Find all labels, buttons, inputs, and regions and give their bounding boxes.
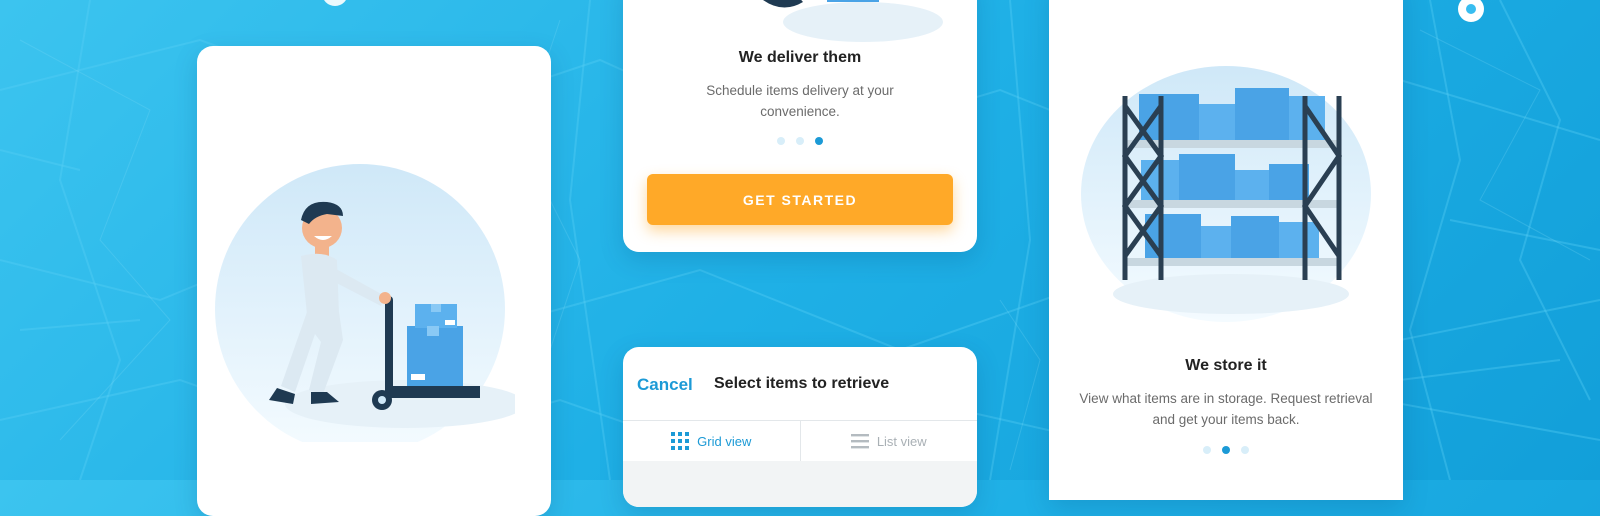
pagination-dot-active[interactable]	[1222, 446, 1230, 454]
grid-icon	[671, 432, 690, 450]
onboarding-description: View what items are in storage. Request …	[1079, 391, 1373, 427]
select-items-sheet: Cancel Select items to retrieve Grid vie…	[623, 347, 977, 507]
onboarding-description: Schedule items delivery at your convenie…	[706, 83, 894, 119]
pagination-dot[interactable]	[1241, 446, 1249, 454]
onboarding-title: We deliver them	[738, 49, 862, 66]
delivery-plane-illustration	[763, 0, 943, 42]
storage-shelves-illustration	[1081, 66, 1371, 322]
person-with-trolley-illustration	[215, 164, 515, 442]
onboarding-title: We store it	[1185, 357, 1267, 374]
view-tabs: Grid view List view	[623, 420, 977, 462]
onboarding-card-deliver: We deliver them Schedule items delivery …	[623, 0, 977, 252]
sheet-title: Select items to retrieve	[714, 375, 890, 392]
pagination-dot[interactable]	[777, 137, 785, 145]
tab-label: List view	[876, 433, 927, 449]
pagination-dot-active[interactable]	[815, 137, 823, 145]
tab-grid-view[interactable]: Grid view	[623, 421, 800, 461]
cancel-button[interactable]: Cancel	[637, 375, 693, 395]
pagination-dot[interactable]	[1203, 446, 1211, 454]
location-pin-icon	[324, 0, 346, 6]
list-icon	[850, 434, 869, 449]
onboarding-card-store: We store it View what items are in stora…	[1049, 0, 1403, 500]
pagination-dots	[1049, 446, 1403, 454]
location-pin-icon	[1458, 0, 1484, 22]
items-area	[623, 461, 977, 507]
get-started-button[interactable]: GET STARTED	[647, 174, 953, 225]
tab-label: Grid view	[697, 433, 752, 449]
tab-list-view[interactable]: List view	[799, 421, 978, 461]
onboarding-card-pickup	[197, 46, 551, 516]
pagination-dots	[623, 137, 977, 145]
pagination-dot[interactable]	[796, 137, 804, 145]
